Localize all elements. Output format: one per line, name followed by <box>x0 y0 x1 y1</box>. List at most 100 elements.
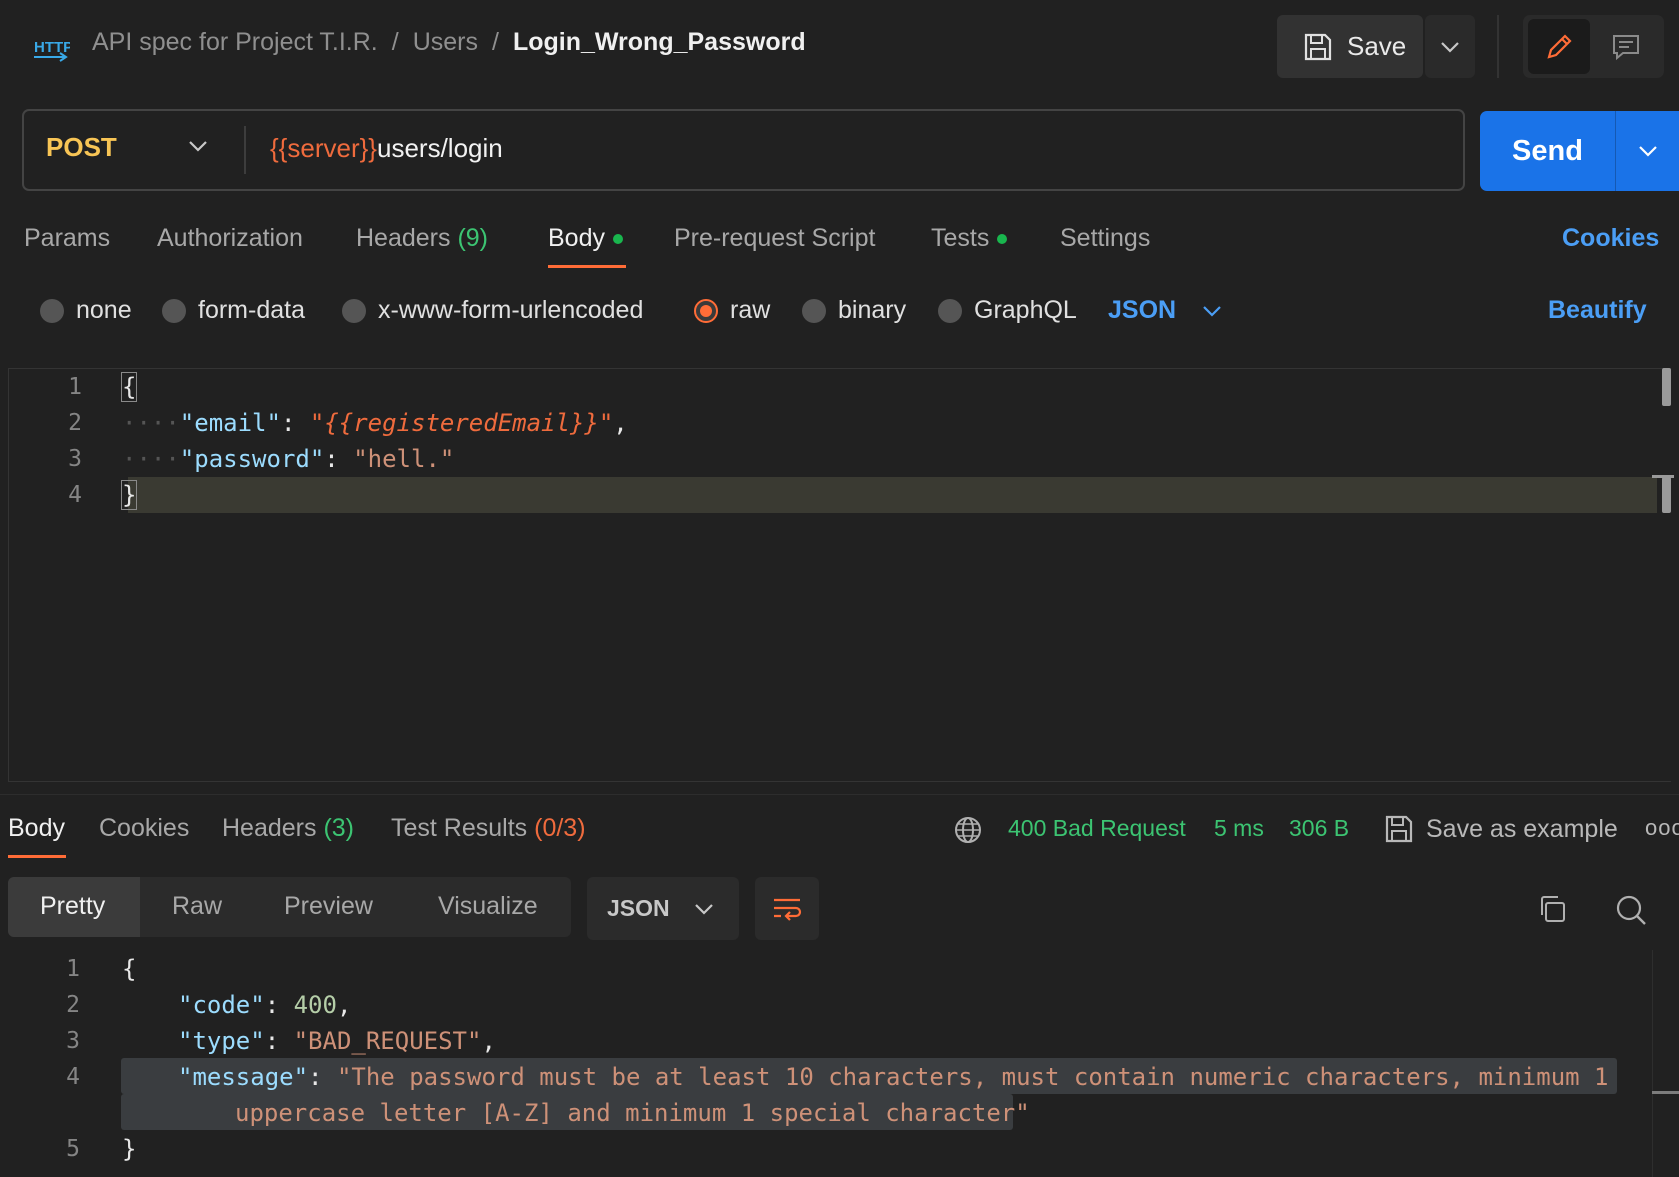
response-key: "message" <box>178 1063 309 1091</box>
active-tab-underline <box>548 265 626 268</box>
body-type-urlencoded[interactable]: x-www-form-urlencoded <box>342 296 643 325</box>
radio-none[interactable] <box>40 298 64 323</box>
code-indent: ···· <box>122 445 180 473</box>
beautify-button[interactable]: Beautify <box>1548 296 1647 325</box>
code-key: "password" <box>179 445 325 473</box>
tab-tests-label: Tests <box>931 224 990 252</box>
body-type-none[interactable]: none <box>40 296 132 325</box>
tab-authorization[interactable]: Authorization <box>157 224 303 253</box>
body-type-binary-label: binary <box>838 296 907 324</box>
tab-settings[interactable]: Settings <box>1060 224 1150 253</box>
body-type-graphql-label: GraphQL <box>974 296 1077 324</box>
response-scrollbar-track[interactable] <box>1652 950 1653 1177</box>
response-tab-headers-count: (3) <box>323 814 355 842</box>
breadcrumb-collection[interactable]: API spec for Project T.I.R. <box>92 28 378 57</box>
radio-binary[interactable] <box>802 298 826 323</box>
response-string-value: "The password must be at least 10 charac… <box>336 1063 1609 1091</box>
wrap-lines-icon <box>774 898 802 921</box>
http-method-select[interactable]: POST <box>46 132 117 163</box>
line-number: 4 <box>68 482 82 508</box>
response-number-value: 400 <box>293 991 337 1019</box>
save-icon <box>1304 33 1332 60</box>
code-line: } <box>120 480 138 510</box>
response-tab-body[interactable]: Body <box>8 814 65 843</box>
cookies-link[interactable]: Cookies <box>1562 224 1659 253</box>
radio-form-data[interactable] <box>162 298 186 323</box>
line-number: 5 <box>66 1136 80 1162</box>
url-input[interactable]: {{server}}users/login <box>270 133 503 164</box>
response-tab-cookies[interactable]: Cookies <box>99 814 189 843</box>
radio-urlencoded[interactable] <box>342 298 366 323</box>
response-active-underline <box>8 855 66 858</box>
breadcrumb-separator: / <box>492 28 499 56</box>
chevron-down-icon <box>694 903 713 915</box>
tab-params[interactable]: Params <box>24 224 110 253</box>
body-type-graphql[interactable]: GraphQL <box>938 296 1077 325</box>
editor-scrollbar-thumb[interactable] <box>1662 368 1671 406</box>
tab-tests-indicator <box>997 234 1008 245</box>
response-size[interactable]: 306 B <box>1289 815 1349 842</box>
body-type-urlencoded-label: x-www-form-urlencoded <box>378 296 644 324</box>
copy-icon[interactable] <box>1536 893 1568 925</box>
body-type-binary[interactable]: binary <box>802 296 906 325</box>
radio-raw[interactable] <box>694 298 718 323</box>
tab-headers-label: Headers <box>356 224 451 252</box>
url-variable: {{server}} <box>270 133 377 163</box>
body-type-form-data[interactable]: form-data <box>162 296 305 325</box>
save-label: Save <box>1347 31 1407 61</box>
more-options-button[interactable]: ooo <box>1645 815 1679 841</box>
tab-body-label: Body <box>548 224 605 252</box>
svg-text:HTTP: HTTP <box>34 39 70 56</box>
save-icon <box>1385 815 1413 843</box>
header-divider <box>1497 15 1499 78</box>
tab-body[interactable]: Body <box>548 224 623 253</box>
globe-icon[interactable] <box>953 815 983 845</box>
send-button[interactable]: Send <box>1480 111 1615 191</box>
response-format-select[interactable]: JSON <box>587 877 739 940</box>
tab-pre-request-script[interactable]: Pre-request Script <box>674 224 875 253</box>
response-scrollbar-tick <box>1652 1091 1679 1094</box>
radio-graphql[interactable] <box>938 298 962 323</box>
save-options-button[interactable] <box>1425 15 1475 78</box>
response-line: } <box>122 1135 136 1163</box>
response-brace: { <box>122 955 137 983</box>
view-pretty[interactable]: Pretty <box>40 892 105 921</box>
response-divider[interactable] <box>0 794 1679 795</box>
save-button[interactable]: Save <box>1277 15 1423 78</box>
save-as-example-button[interactable]: Save as example <box>1426 815 1618 844</box>
code-key: "email" <box>179 409 281 437</box>
response-tab-headers-label: Headers <box>222 814 317 842</box>
request-name[interactable]: Login_Wrong_Password <box>513 28 806 57</box>
response-tab-test-results[interactable]: Test Results (0/3) <box>391 814 586 843</box>
send-options-button[interactable] <box>1615 111 1679 191</box>
tab-body-indicator <box>612 234 623 245</box>
pencil-icon <box>1547 33 1572 59</box>
line-number: 2 <box>66 992 80 1018</box>
code-indent: ···· <box>122 409 180 437</box>
chevron-down-icon[interactable] <box>188 140 208 152</box>
tab-headers[interactable]: Headers (9) <box>356 224 488 253</box>
view-raw[interactable]: Raw <box>172 892 222 921</box>
view-visualize[interactable]: Visualize <box>438 892 538 921</box>
comments-button[interactable] <box>1595 19 1657 74</box>
response-brace: } <box>122 1135 137 1163</box>
response-status[interactable]: 400 Bad Request <box>1008 815 1186 842</box>
chevron-down-icon <box>1441 41 1459 53</box>
edit-mode-button[interactable] <box>1528 19 1590 74</box>
response-time[interactable]: 5 ms <box>1214 815 1264 842</box>
body-language-select[interactable]: JSON <box>1108 296 1222 325</box>
tab-headers-count: (9) <box>457 224 489 252</box>
body-type-none-label: none <box>76 296 132 324</box>
wrap-lines-button[interactable] <box>755 877 819 940</box>
url-divider <box>244 126 246 174</box>
code-variable-value: "{{registeredEmail}}" <box>309 409 614 437</box>
tab-tests[interactable]: Tests <box>931 224 1008 253</box>
body-type-raw[interactable]: raw <box>694 296 770 325</box>
response-tab-headers[interactable]: Headers (3) <box>222 814 354 843</box>
breadcrumb-folder[interactable]: Users <box>413 28 478 57</box>
response-key: "type" <box>178 1027 265 1055</box>
search-icon[interactable] <box>1614 893 1648 927</box>
view-preview[interactable]: Preview <box>284 892 373 921</box>
line-number: 3 <box>66 1028 80 1054</box>
code-line: ····"email": "{{registeredEmail}}", <box>122 409 628 437</box>
